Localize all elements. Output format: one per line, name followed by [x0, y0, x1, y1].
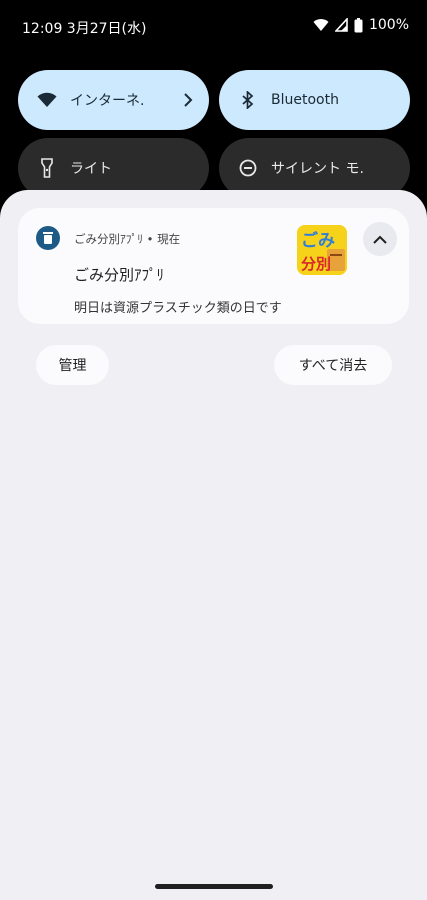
do-not-disturb-icon — [237, 157, 259, 179]
tile-internet[interactable]: インターネ. — [18, 70, 209, 130]
logo-text-line2: 分別 — [301, 255, 331, 273]
expand-button[interactable] — [363, 222, 397, 256]
notification-body: 明日は資源プラスチック類の日です — [74, 301, 282, 316]
notification-card[interactable]: ごみ分別ｱﾌﾟﾘ • 現在 ごみ分別ｱﾌﾟﾘ 明日は資源プラスチック類の日です … — [18, 208, 409, 324]
battery-percent: 100% — [368, 17, 409, 33]
chevron-up-icon — [373, 235, 387, 244]
status-time: 12:09 3月27日(水) — [22, 21, 147, 37]
chevron-right-icon — [183, 88, 193, 112]
cellular-signal-icon — [334, 18, 348, 32]
status-icons: 100% — [313, 17, 409, 33]
trash-can-icon — [36, 226, 60, 250]
tile-do-not-disturb-label: サイレント モ. — [271, 161, 364, 177]
home-indicator[interactable] — [155, 884, 273, 889]
tile-flashlight-label: ライト — [70, 161, 112, 177]
logo-text-line1: ごみ — [301, 230, 335, 251]
app-logo: ごみ 分別 — [297, 225, 347, 275]
battery-icon — [354, 17, 363, 32]
notification-header: ごみ分別ｱﾌﾟﾘ • 現在 — [74, 232, 181, 246]
notification-title: ごみ分別ｱﾌﾟﾘ — [74, 266, 165, 284]
manage-button[interactable]: 管理 — [36, 345, 109, 385]
tile-bluetooth-label: Bluetooth — [271, 92, 339, 108]
wifi-icon — [36, 89, 58, 111]
wifi-status-icon — [313, 19, 329, 31]
tile-do-not-disturb[interactable]: サイレント モ. — [219, 138, 410, 198]
tile-flashlight[interactable]: ライト — [18, 138, 209, 198]
tile-internet-label: インターネ. — [70, 93, 145, 109]
tile-bluetooth[interactable]: Bluetooth — [219, 70, 410, 130]
bluetooth-icon — [237, 89, 259, 111]
flashlight-icon — [36, 157, 58, 179]
clear-all-button[interactable]: すべて消去 — [274, 345, 392, 385]
status-bar: 12:09 3月27日(水) 100% — [0, 0, 427, 56]
